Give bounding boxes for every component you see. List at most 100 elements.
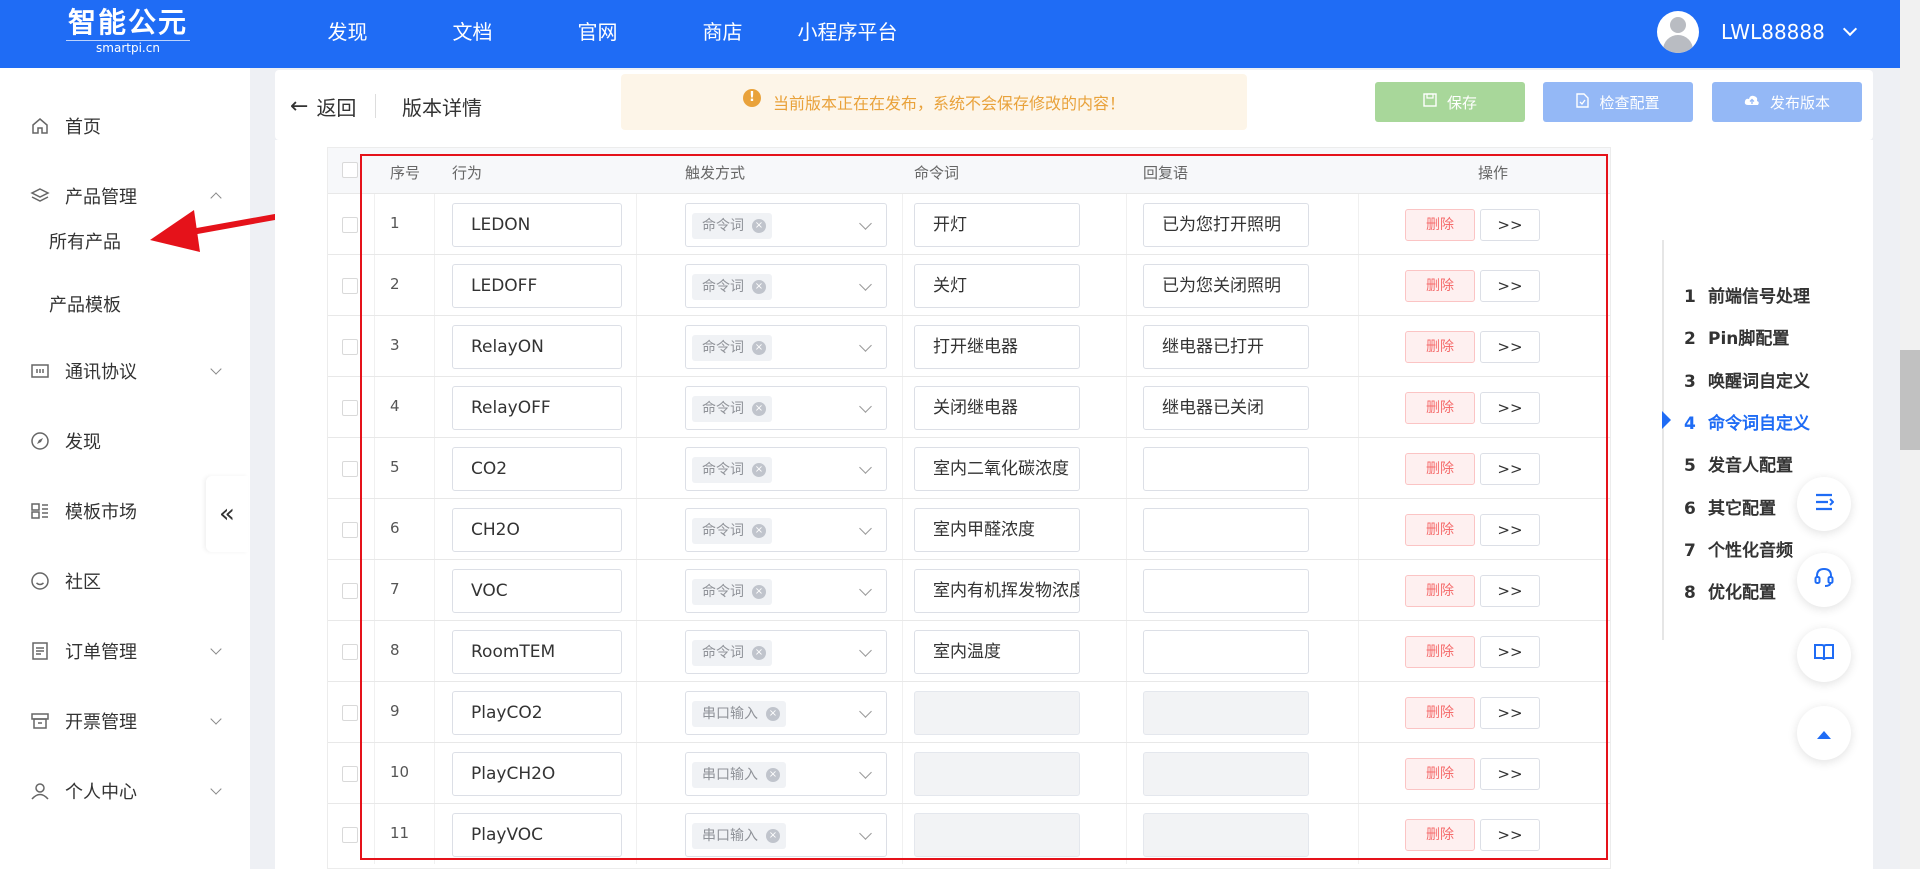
back-to-top-button[interactable] bbox=[1797, 706, 1851, 760]
more-button[interactable]: >> bbox=[1480, 331, 1540, 363]
command-input[interactable]: 室内温度 bbox=[914, 630, 1080, 674]
trigger-select[interactable]: 命令词 × bbox=[685, 386, 887, 430]
menu-fold-button[interactable] bbox=[1797, 477, 1851, 531]
sidebar-item-discover[interactable]: 发现 bbox=[0, 421, 250, 461]
tag-close-icon[interactable]: × bbox=[752, 402, 766, 416]
reply-input[interactable]: 继电器已关闭 bbox=[1143, 386, 1309, 430]
more-button[interactable]: >> bbox=[1480, 392, 1540, 424]
row-checkbox[interactable] bbox=[342, 644, 358, 660]
row-checkbox[interactable] bbox=[342, 705, 358, 721]
action-input[interactable]: PlayVOC bbox=[452, 813, 622, 857]
trigger-select[interactable]: 命令词 × bbox=[685, 447, 887, 491]
tag-close-icon[interactable]: × bbox=[752, 341, 766, 355]
sidebar-item-orders[interactable]: 订单管理 bbox=[0, 631, 250, 671]
command-input[interactable]: 室内甲醛浓度 bbox=[914, 508, 1080, 552]
action-input[interactable]: RelayOFF bbox=[452, 386, 622, 430]
trigger-select[interactable]: 命令词 × bbox=[685, 569, 887, 613]
delete-button[interactable]: 删除 bbox=[1405, 331, 1475, 363]
select-all-checkbox[interactable] bbox=[342, 162, 358, 178]
tag-close-icon[interactable]: × bbox=[766, 829, 780, 843]
more-button[interactable]: >> bbox=[1480, 270, 1540, 302]
delete-button[interactable]: 删除 bbox=[1405, 697, 1475, 729]
action-input[interactable]: PlayCO2 bbox=[452, 691, 622, 735]
save-button[interactable]: 保存 bbox=[1375, 82, 1525, 122]
tag-close-icon[interactable]: × bbox=[752, 646, 766, 660]
trigger-select[interactable]: 命令词 × bbox=[685, 508, 887, 552]
tag-close-icon[interactable]: × bbox=[752, 280, 766, 294]
tag-close-icon[interactable]: × bbox=[766, 768, 780, 782]
more-button[interactable]: >> bbox=[1480, 453, 1540, 485]
more-button[interactable]: >> bbox=[1480, 697, 1540, 729]
reply-input[interactable] bbox=[1143, 447, 1309, 491]
command-input[interactable]: 室内有机挥发物浓度 bbox=[914, 569, 1080, 613]
sidebar-item-community[interactable]: 社区 bbox=[0, 561, 250, 601]
sidebar-subitem-product-templates[interactable]: 产品模板 bbox=[49, 291, 121, 317]
more-button[interactable]: >> bbox=[1480, 209, 1540, 241]
row-checkbox[interactable] bbox=[342, 583, 358, 599]
tag-close-icon[interactable]: × bbox=[752, 219, 766, 233]
topnav-miniprogram[interactable]: 小程序平台 bbox=[785, 0, 910, 68]
topnav-store[interactable]: 商店 bbox=[660, 0, 785, 68]
delete-button[interactable]: 删除 bbox=[1405, 636, 1475, 668]
row-checkbox[interactable] bbox=[342, 217, 358, 233]
reply-input[interactable]: 已为您打开照明 bbox=[1143, 203, 1309, 247]
trigger-select[interactable]: 命令词 × bbox=[685, 203, 887, 247]
step-item-5[interactable]: 5 发音人配置 bbox=[1684, 451, 1793, 476]
sidebar-item-home[interactable]: 首页 bbox=[0, 106, 250, 146]
command-input[interactable]: 关灯 bbox=[914, 264, 1080, 308]
sidebar-subitem-all-products[interactable]: 所有产品 bbox=[49, 228, 121, 254]
command-input[interactable]: 开灯 bbox=[914, 203, 1080, 247]
trigger-select[interactable]: 串口输入 × bbox=[685, 813, 887, 857]
tag-close-icon[interactable]: × bbox=[752, 463, 766, 477]
docs-button[interactable] bbox=[1797, 628, 1851, 682]
row-checkbox[interactable] bbox=[342, 461, 358, 477]
delete-button[interactable]: 删除 bbox=[1405, 270, 1475, 302]
tag-close-icon[interactable]: × bbox=[752, 524, 766, 538]
delete-button[interactable]: 删除 bbox=[1405, 758, 1475, 790]
topnav-official-site[interactable]: 官网 bbox=[535, 0, 660, 68]
row-checkbox[interactable] bbox=[342, 278, 358, 294]
command-input[interactable]: 室内二氧化碳浓度 bbox=[914, 447, 1080, 491]
trigger-select[interactable]: 命令词 × bbox=[685, 325, 887, 369]
reply-input[interactable] bbox=[1143, 569, 1309, 613]
row-checkbox[interactable] bbox=[342, 522, 358, 538]
sidebar-item-invoices[interactable]: 开票管理 bbox=[0, 701, 250, 741]
action-input[interactable]: RelayON bbox=[452, 325, 622, 369]
reply-input[interactable]: 继电器已打开 bbox=[1143, 325, 1309, 369]
row-checkbox[interactable] bbox=[342, 339, 358, 355]
trigger-select[interactable]: 命令词 × bbox=[685, 630, 887, 674]
customer-service-button[interactable] bbox=[1797, 553, 1851, 607]
delete-button[interactable]: 删除 bbox=[1405, 575, 1475, 607]
trigger-select[interactable]: 串口输入 × bbox=[685, 691, 887, 735]
publish-version-button[interactable]: 发布版本 bbox=[1712, 82, 1862, 122]
action-input[interactable]: LEDON bbox=[452, 203, 622, 247]
row-checkbox[interactable] bbox=[342, 827, 358, 843]
more-button[interactable]: >> bbox=[1480, 819, 1540, 851]
action-input[interactable]: RoomTEM bbox=[452, 630, 622, 674]
tag-close-icon[interactable]: × bbox=[752, 585, 766, 599]
command-input[interactable]: 关闭继电器 bbox=[914, 386, 1080, 430]
delete-button[interactable]: 删除 bbox=[1405, 453, 1475, 485]
step-item-4[interactable]: 4 命令词自定义 bbox=[1684, 409, 1810, 434]
more-button[interactable]: >> bbox=[1480, 514, 1540, 546]
sidebar-item-protocol[interactable]: 通讯协议 bbox=[0, 351, 250, 391]
more-button[interactable]: >> bbox=[1480, 758, 1540, 790]
step-item-3[interactable]: 3 唤醒词自定义 bbox=[1684, 367, 1810, 392]
topnav-discover[interactable]: 发现 bbox=[285, 0, 410, 68]
action-input[interactable]: LEDOFF bbox=[452, 264, 622, 308]
step-item-2[interactable]: 2 Pin脚配置 bbox=[1684, 324, 1789, 349]
scrollbar-thumb[interactable] bbox=[1900, 350, 1920, 450]
step-item-1[interactable]: 1 前端信号处理 bbox=[1684, 282, 1810, 307]
back-button[interactable]: ← 返回 bbox=[290, 92, 356, 121]
brand-logo[interactable]: 智能公元 smartpi.cn bbox=[58, 6, 198, 62]
delete-button[interactable]: 删除 bbox=[1405, 392, 1475, 424]
reply-input[interactable] bbox=[1143, 630, 1309, 674]
command-input[interactable]: 打开继电器 bbox=[914, 325, 1080, 369]
step-item-7[interactable]: 7 个性化音频 bbox=[1684, 536, 1793, 561]
delete-button[interactable]: 删除 bbox=[1405, 819, 1475, 851]
topnav-docs[interactable]: 文档 bbox=[410, 0, 535, 68]
sidebar-item-profile[interactable]: 个人中心 bbox=[0, 771, 250, 811]
row-checkbox[interactable] bbox=[342, 766, 358, 782]
more-button[interactable]: >> bbox=[1480, 636, 1540, 668]
step-item-6[interactable]: 6 其它配置 bbox=[1684, 494, 1776, 519]
